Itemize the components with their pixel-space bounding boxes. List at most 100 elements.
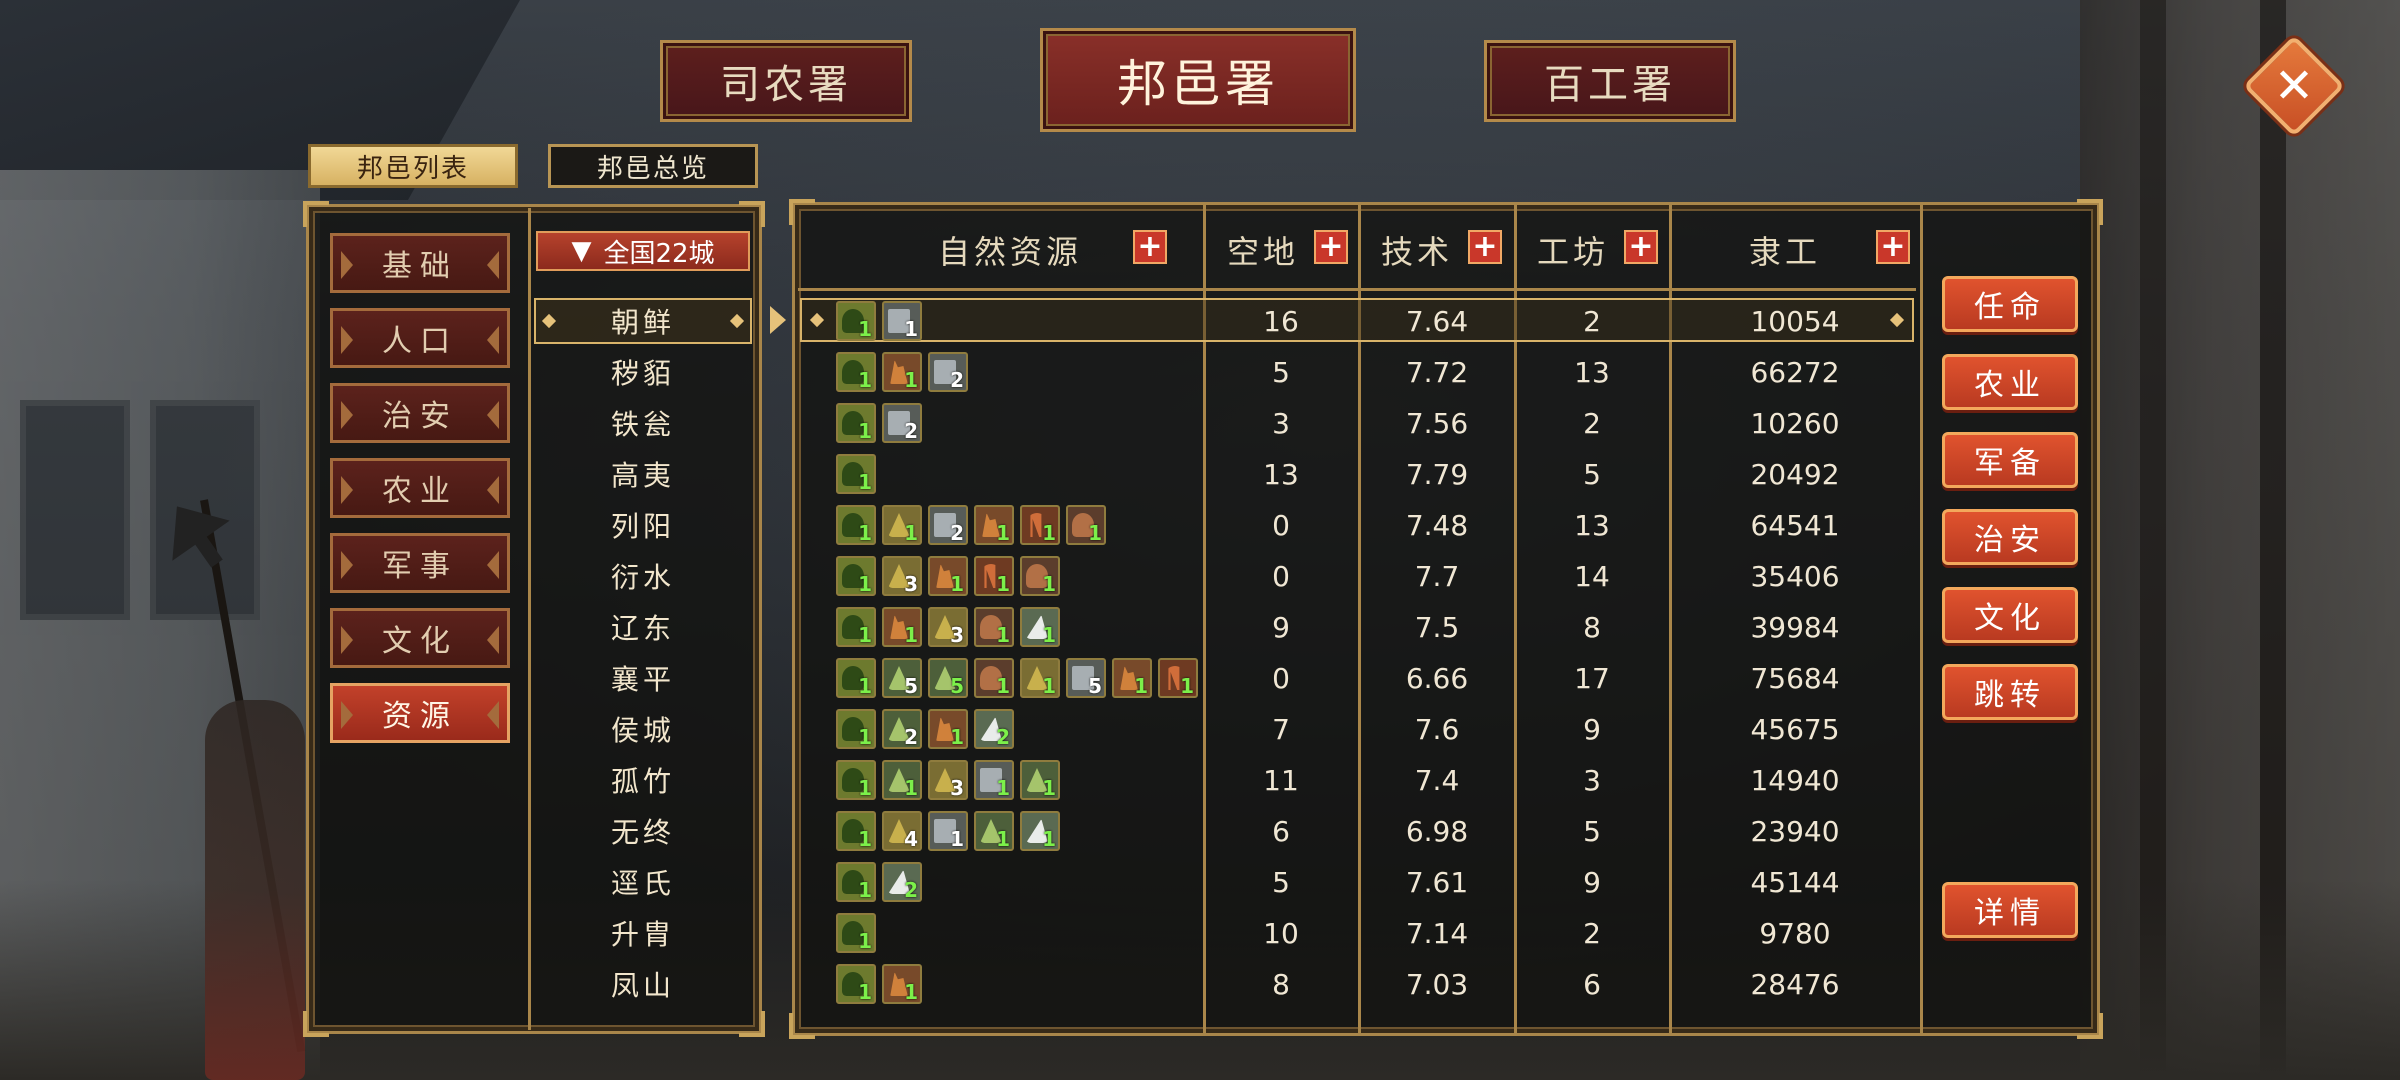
add-tech-button[interactable]: + (1468, 230, 1502, 264)
city-list-item[interactable]: 朝鲜 (534, 298, 752, 344)
city-list-item[interactable]: 铁瓮 (534, 400, 752, 446)
deer-resource-icon[interactable]: 1 (928, 556, 968, 596)
tech-cell: 6.66 (1405, 661, 1469, 695)
grain-resource-icon[interactable]: 1 (882, 505, 922, 545)
city-list-item[interactable]: 凤山 (534, 961, 752, 1007)
action-button[interactable]: 文化 (1942, 587, 2078, 643)
tab-bangyi[interactable]: 邦邑署 (1040, 28, 1356, 132)
city-list-item[interactable]: 衍水 (534, 553, 752, 599)
tab-sinong[interactable]: 司农署 (660, 40, 912, 122)
stone-resource-icon[interactable]: 5 (1066, 658, 1106, 698)
city-list-item[interactable]: 侯城 (534, 706, 752, 752)
city-list-item[interactable]: 辽东 (534, 604, 752, 650)
city-list-item[interactable]: 列阳 (534, 502, 752, 548)
city-filter-dropdown[interactable]: ▼ 全国22城 (536, 231, 750, 271)
category-button[interactable]: 农业 (330, 458, 510, 518)
action-button[interactable]: 任命 (1942, 276, 2078, 332)
tree-resource-icon[interactable]: 1 (836, 811, 876, 851)
salt-resource-icon[interactable]: 1 (1020, 811, 1060, 851)
horse-resource-icon[interactable]: 1 (974, 658, 1014, 698)
details-button[interactable]: 详情 (1942, 882, 2078, 938)
grain-resource-icon[interactable]: 1 (1020, 658, 1060, 698)
forest-resource-icon[interactable]: 1 (974, 556, 1014, 596)
grain-resource-icon[interactable]: 4 (882, 811, 922, 851)
action-button[interactable]: 治安 (1942, 509, 2078, 565)
deer-resource-icon[interactable]: 1 (882, 352, 922, 392)
stone-resource-icon[interactable]: 2 (928, 505, 968, 545)
resource-count: 1 (858, 368, 872, 392)
deer-resource-icon[interactable]: 1 (974, 505, 1014, 545)
tree-resource-icon[interactable]: 1 (836, 862, 876, 902)
stone-resource-icon[interactable]: 2 (882, 403, 922, 443)
resource-cell: 11 (836, 298, 922, 344)
stone-resource-icon[interactable]: 1 (928, 811, 968, 851)
city-list-item[interactable]: 孤竹 (534, 757, 752, 803)
category-button[interactable]: 文化 (330, 608, 510, 668)
horse-resource-icon[interactable]: 1 (1066, 505, 1106, 545)
tab-baigong[interactable]: 百工署 (1484, 40, 1736, 122)
action-button[interactable]: 跳转 (1942, 664, 2078, 720)
herb-resource-icon[interactable]: 2 (882, 709, 922, 749)
herb-resource-icon[interactable]: 1 (974, 811, 1014, 851)
salt-resource-icon[interactable]: 2 (974, 709, 1014, 749)
herb-resource-icon[interactable]: 5 (928, 658, 968, 698)
city-list-item[interactable]: 高夷 (534, 451, 752, 497)
category-button[interactable]: 人口 (330, 308, 510, 368)
action-button[interactable]: 军备 (1942, 432, 2078, 488)
city-list-item[interactable]: 襄平 (534, 655, 752, 701)
add-resources-button[interactable]: + (1133, 230, 1167, 264)
resource-count: 3 (950, 623, 964, 647)
add-labor-button[interactable]: + (1876, 230, 1910, 264)
subtab-label: 邦邑总览 (596, 153, 709, 184)
resource-cell: 1 (836, 451, 876, 497)
city-list-item[interactable]: 无终 (534, 808, 752, 854)
herb-resource-icon[interactable]: 5 (882, 658, 922, 698)
tech-cell: 7.14 (1405, 916, 1469, 950)
deer-resource-icon[interactable]: 1 (882, 964, 922, 1004)
horse-resource-icon[interactable]: 1 (1020, 556, 1060, 596)
category-button[interactable]: 基础 (330, 233, 510, 293)
tree-resource-icon[interactable]: 1 (836, 913, 876, 953)
add-land-button[interactable]: + (1314, 230, 1348, 264)
deer-resource-icon[interactable]: 1 (882, 607, 922, 647)
stone-resource-icon[interactable]: 2 (928, 352, 968, 392)
subtab-city-list[interactable]: 邦邑列表 (308, 144, 518, 188)
subtab-city-overview[interactable]: 邦邑总览 (548, 144, 758, 188)
stone-resource-icon[interactable]: 1 (882, 301, 922, 341)
stone-resource-icon[interactable]: 1 (974, 760, 1014, 800)
category-button[interactable]: 资源 (330, 683, 510, 743)
category-button[interactable]: 治安 (330, 383, 510, 443)
city-list-item[interactable]: 升胄 (534, 910, 752, 956)
salt-resource-icon[interactable]: 2 (882, 862, 922, 902)
city-list-item[interactable]: 秽貊 (534, 349, 752, 395)
tree-resource-icon[interactable]: 1 (836, 964, 876, 1004)
tree-resource-icon[interactable]: 1 (836, 352, 876, 392)
deer-resource-icon[interactable]: 1 (1112, 658, 1152, 698)
grain-resource-icon[interactable]: 3 (882, 556, 922, 596)
city-list-item[interactable]: 逕氏 (534, 859, 752, 905)
add-workshop-button[interactable]: + (1624, 230, 1658, 264)
tree-resource-icon[interactable]: 1 (836, 709, 876, 749)
category-label: 基础 (382, 249, 458, 284)
grain-resource-icon[interactable]: 3 (928, 760, 968, 800)
herb-resource-icon[interactable]: 1 (882, 760, 922, 800)
action-button[interactable]: 农业 (1942, 354, 2078, 410)
tree-resource-icon[interactable]: 1 (836, 301, 876, 341)
forest-resource-icon[interactable]: 1 (1020, 505, 1060, 545)
tree-resource-icon[interactable]: 1 (836, 760, 876, 800)
horse-resource-icon[interactable]: 1 (974, 607, 1014, 647)
grain-resource-icon[interactable]: 3 (928, 607, 968, 647)
herb-resource-icon[interactable]: 1 (1020, 760, 1060, 800)
tree-resource-icon[interactable]: 1 (836, 454, 876, 494)
tree-resource-icon[interactable]: 1 (836, 505, 876, 545)
category-button[interactable]: 军事 (330, 533, 510, 593)
forest-resource-icon[interactable]: 1 (1158, 658, 1198, 698)
resource-count: 2 (996, 725, 1010, 749)
tree-resource-icon[interactable]: 1 (836, 607, 876, 647)
tree-resource-icon[interactable]: 1 (836, 556, 876, 596)
tree-resource-icon[interactable]: 1 (836, 403, 876, 443)
tree-resource-icon[interactable]: 1 (836, 658, 876, 698)
deer-resource-icon[interactable]: 1 (928, 709, 968, 749)
salt-resource-icon[interactable]: 1 (1020, 607, 1060, 647)
resource-count: 1 (1134, 674, 1148, 698)
